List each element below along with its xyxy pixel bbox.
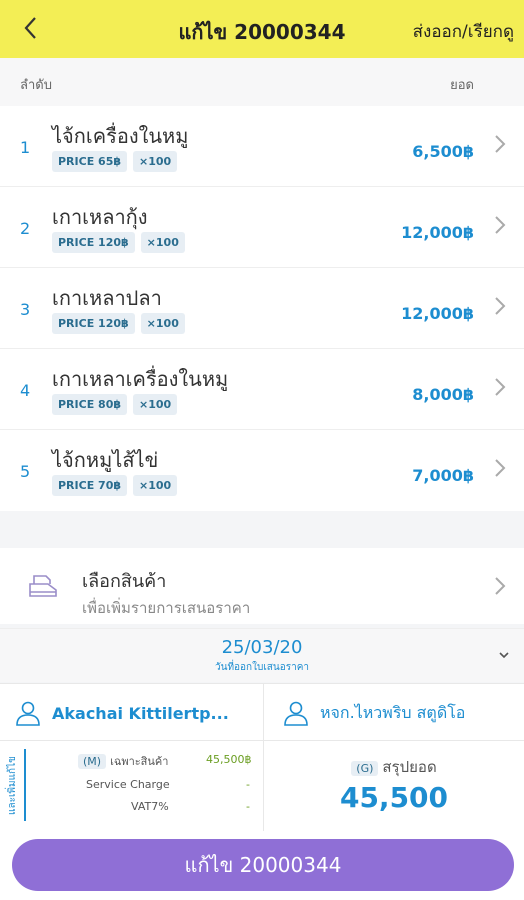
qty-tag: ×100 bbox=[133, 394, 178, 415]
list-item[interactable]: 1 ไจ้กเครื่องในหมู PRICE 65฿ ×100 6,500฿ bbox=[0, 106, 524, 187]
chevron-right-icon bbox=[494, 215, 506, 241]
chevron-right-icon bbox=[494, 576, 506, 602]
item-amount: 12,000฿ bbox=[401, 304, 474, 323]
price-tag: PRICE 65฿ bbox=[52, 151, 128, 172]
bottom-bar: แก้ไข 20000344 bbox=[0, 831, 524, 900]
item-list: 1 ไจ้กเครื่องในหมู PRICE 65฿ ×100 6,500฿… bbox=[0, 106, 524, 511]
product-box-icon bbox=[26, 566, 60, 600]
chevron-right-icon bbox=[494, 296, 506, 322]
side-edit-divider bbox=[24, 749, 26, 821]
price-tag: PRICE 120฿ bbox=[52, 313, 135, 334]
column-order-label: ลำดับ bbox=[20, 78, 52, 93]
service-charge-label: Service Charge bbox=[86, 778, 170, 791]
add-product-title: เลือกสินค้า bbox=[82, 571, 167, 592]
chevron-down-icon[interactable] bbox=[498, 647, 510, 663]
service-charge-value: - bbox=[246, 778, 250, 791]
export-button[interactable]: ส่งออก/เรียกดู bbox=[413, 18, 514, 45]
summary-panel: และเพิ่มแก้ไข (M) เฉพาะสินค้า 45,500฿ Ser… bbox=[0, 741, 524, 831]
list-item[interactable]: 3 เกาเหลาปลา PRICE 120฿ ×100 12,000฿ bbox=[0, 268, 524, 349]
subtotal-value: 45,500฿ bbox=[206, 753, 252, 766]
subtotal-line: (M) เฉพาะสินค้า bbox=[78, 752, 168, 770]
qty-tag: ×100 bbox=[133, 151, 178, 172]
g-badge: (G) bbox=[351, 761, 379, 776]
grand-total-caption: สรุปยอด bbox=[382, 758, 437, 776]
list-item[interactable]: 2 เกาเหลากุ้ง PRICE 120฿ ×100 12,000฿ bbox=[0, 187, 524, 268]
item-index: 3 bbox=[20, 300, 31, 319]
item-name: เกาเหลากุ้ง bbox=[52, 205, 148, 229]
item-amount: 6,500฿ bbox=[412, 142, 474, 161]
qty-tag: ×100 bbox=[140, 232, 185, 253]
quote-date-label: วันที่ออกใบเสนอราคา bbox=[215, 662, 309, 673]
grand-total-label: (G) สรุปยอด bbox=[264, 755, 524, 779]
item-tags: PRICE 120฿ ×100 bbox=[52, 232, 185, 253]
item-name: เกาเหลาเครื่องในหมู bbox=[52, 367, 229, 391]
chevron-right-icon bbox=[494, 134, 506, 160]
qty-tag: ×100 bbox=[140, 313, 185, 334]
item-name: ไจ้กหมูไส้ไข่ bbox=[52, 448, 159, 472]
chevron-right-icon bbox=[494, 377, 506, 403]
item-index: 4 bbox=[20, 381, 31, 400]
price-tag: PRICE 80฿ bbox=[52, 394, 128, 415]
add-product-row[interactable]: เลือกสินค้า เพื่อเพิ่มรายการเสนอราคา bbox=[0, 548, 524, 624]
item-index: 1 bbox=[20, 138, 31, 157]
item-amount: 8,000฿ bbox=[412, 385, 474, 404]
company-name: หจก.ไหวพริบ สตูดิโอ bbox=[320, 702, 466, 722]
item-tags: PRICE 70฿ ×100 bbox=[52, 475, 178, 496]
item-amount: 12,000฿ bbox=[401, 223, 474, 242]
qty-tag: ×100 bbox=[133, 475, 178, 496]
grand-total-panel: (G) สรุปยอด 45,500 bbox=[263, 741, 524, 831]
vat-label: VAT7% bbox=[131, 800, 169, 813]
company-selector[interactable]: หจก.ไหวพริบ สตูดิโอ bbox=[263, 684, 524, 742]
item-index: 5 bbox=[20, 462, 31, 481]
item-tags: PRICE 120฿ ×100 bbox=[52, 313, 185, 334]
item-index: 2 bbox=[20, 219, 31, 238]
user-icon bbox=[16, 701, 40, 726]
quote-date-selector[interactable]: 25/03/20 วันที่ออกใบเสนอราคา bbox=[0, 628, 524, 682]
list-column-header: ลำดับ ยอด bbox=[0, 58, 524, 106]
list-item[interactable]: 5 ไจ้กหมูไส้ไข่ PRICE 70฿ ×100 7,000฿ bbox=[0, 430, 524, 511]
edit-quote-button[interactable]: แก้ไข 20000344 bbox=[12, 839, 514, 891]
list-item[interactable]: 4 เกาเหลาเครื่องในหมู PRICE 80฿ ×100 8,0… bbox=[0, 349, 524, 430]
app-header: แก้ไข 20000344 ส่งออก/เรียกดู bbox=[0, 0, 524, 58]
customer-name: Akachai Kittilertp... bbox=[52, 703, 229, 723]
item-name: ไจ้กเครื่องในหมู bbox=[52, 124, 189, 148]
item-name: เกาเหลาปลา bbox=[52, 286, 162, 310]
item-tags: PRICE 80฿ ×100 bbox=[52, 394, 178, 415]
side-edit-tab[interactable]: และเพิ่มแก้ไข bbox=[3, 749, 21, 821]
grand-total-value: 45,500 bbox=[339, 781, 449, 814]
chevron-right-icon bbox=[494, 458, 506, 484]
column-amount-label: ยอด bbox=[450, 78, 474, 93]
price-tag: PRICE 120฿ bbox=[52, 232, 135, 253]
quote-date-value: 25/03/20 bbox=[221, 637, 303, 658]
item-amount: 7,000฿ bbox=[412, 466, 474, 485]
vat-value: - bbox=[246, 800, 250, 813]
company-user-icon bbox=[284, 701, 308, 726]
subtotal-label: เฉพาะสินค้า bbox=[110, 755, 169, 768]
add-product-subtitle: เพื่อเพิ่มรายการเสนอราคา bbox=[82, 599, 251, 617]
m-badge: (M) bbox=[78, 754, 107, 769]
item-tags: PRICE 65฿ ×100 bbox=[52, 151, 178, 172]
customer-selector[interactable]: Akachai Kittilertp... bbox=[14, 684, 262, 742]
side-edit-label: และเพิ่มแก้ไข bbox=[6, 755, 18, 815]
price-tag: PRICE 70฿ bbox=[52, 475, 128, 496]
parties-row: Akachai Kittilertp... หจก.ไหวพริบ สตูดิโ… bbox=[0, 683, 524, 742]
list-spacer bbox=[0, 512, 524, 548]
